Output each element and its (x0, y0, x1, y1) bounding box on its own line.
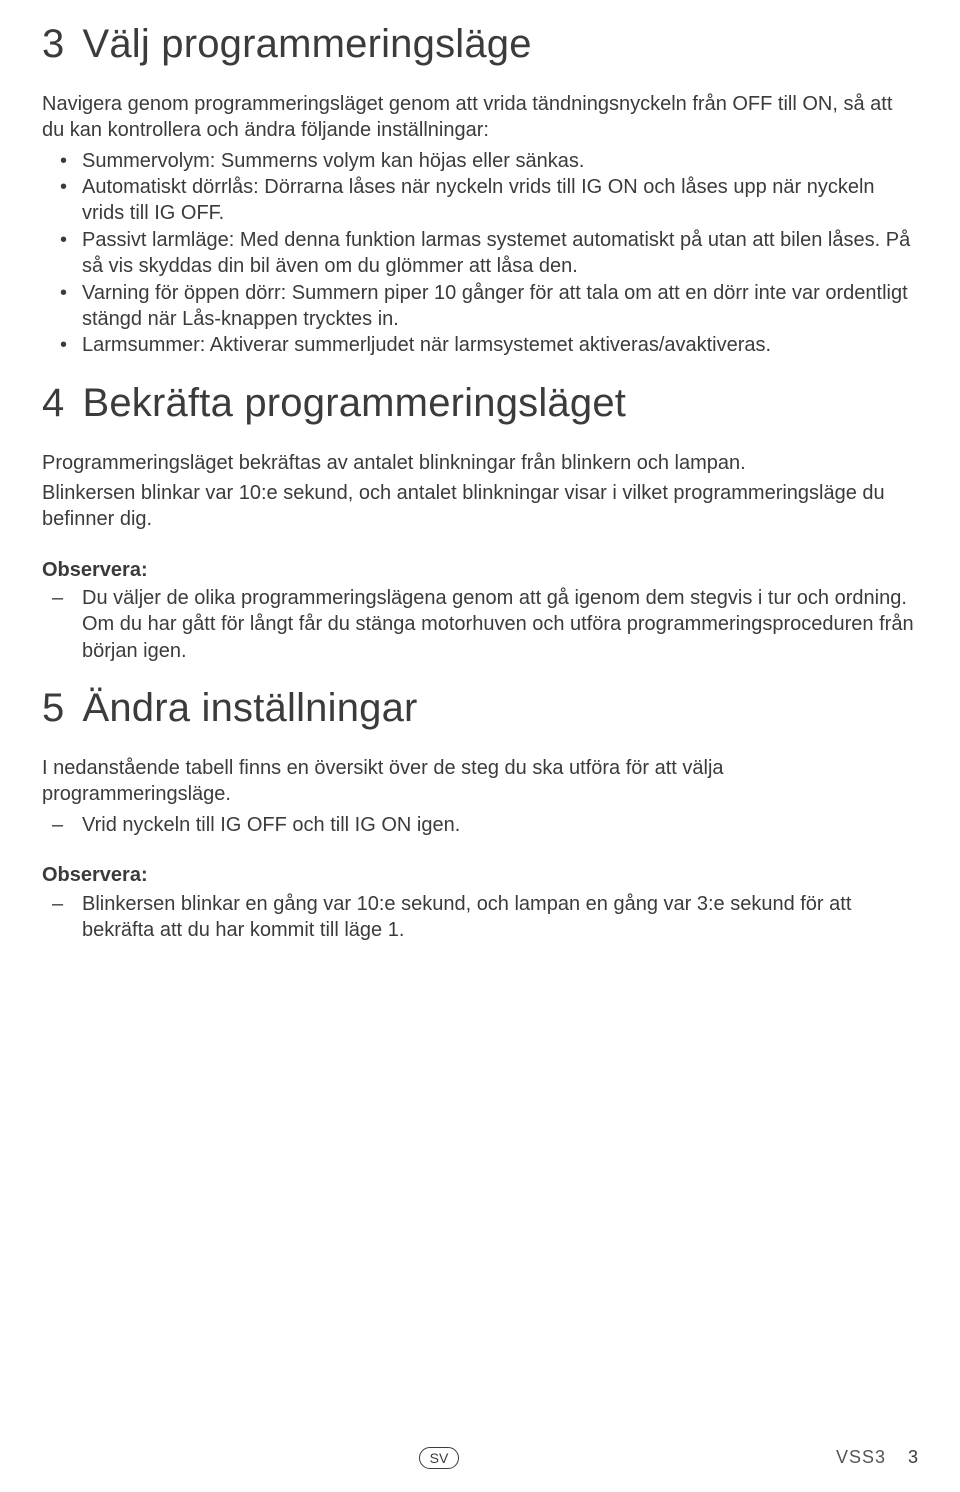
section-3-heading: 3 Välj programmeringsläge (42, 18, 918, 71)
section-5-intro: I nedanstående tabell finns en översikt … (42, 755, 918, 808)
list-item: Du väljer de olika programmeringslägena … (42, 585, 918, 664)
list-item: Automatiskt dörrlås: Dörrarna låses när … (42, 174, 918, 227)
section-3-bullets: Summervolym: Summerns volym kan höjas el… (42, 148, 918, 359)
section-3-intro: Navigera genom programmeringsläget genom… (42, 91, 918, 144)
footer-doc-code: VSS3 (836, 1446, 886, 1470)
section-5-heading: 5 Ändra inställningar (42, 682, 918, 735)
footer-page-number: 3 (908, 1446, 918, 1470)
section-4-number: 4 (42, 377, 64, 430)
list-item: Varning för öppen dörr: Summern piper 10… (42, 280, 918, 333)
section-5-title: Ändra inställningar (82, 682, 417, 735)
section-5-steps: Vrid nyckeln till IG OFF och till IG ON … (42, 812, 918, 838)
section-4-note-list: Du väljer de olika programmeringslägena … (42, 585, 918, 664)
page-footer: SV VSS3 3 (0, 1446, 960, 1470)
section-3-number: 3 (42, 18, 64, 71)
section-5-note-list: Blinkersen blinkar en gång var 10:e seku… (42, 891, 918, 944)
list-item: Vrid nyckeln till IG OFF och till IG ON … (42, 812, 918, 838)
section-4-note-label: Observera: (42, 557, 918, 583)
section-4-heading: 4 Bekräfta programmeringsläget (42, 377, 918, 430)
section-4-para-1: Programmeringsläget bekräftas av antalet… (42, 450, 918, 476)
footer-language-badge: SV (419, 1447, 460, 1469)
section-5-number: 5 (42, 682, 64, 735)
section-3-title: Välj programmeringsläge (82, 18, 531, 71)
list-item: Blinkersen blinkar en gång var 10:e seku… (42, 891, 918, 944)
section-5-note-label: Observera: (42, 862, 918, 888)
list-item: Passivt larmläge: Med denna funktion lar… (42, 227, 918, 280)
list-item: Larmsummer: Aktiverar summerljudet när l… (42, 332, 918, 358)
section-4-para-2: Blinkersen blinkar var 10:e sekund, och … (42, 480, 918, 533)
list-item: Summervolym: Summerns volym kan höjas el… (42, 148, 918, 174)
section-4-title: Bekräfta programmeringsläget (82, 377, 626, 430)
